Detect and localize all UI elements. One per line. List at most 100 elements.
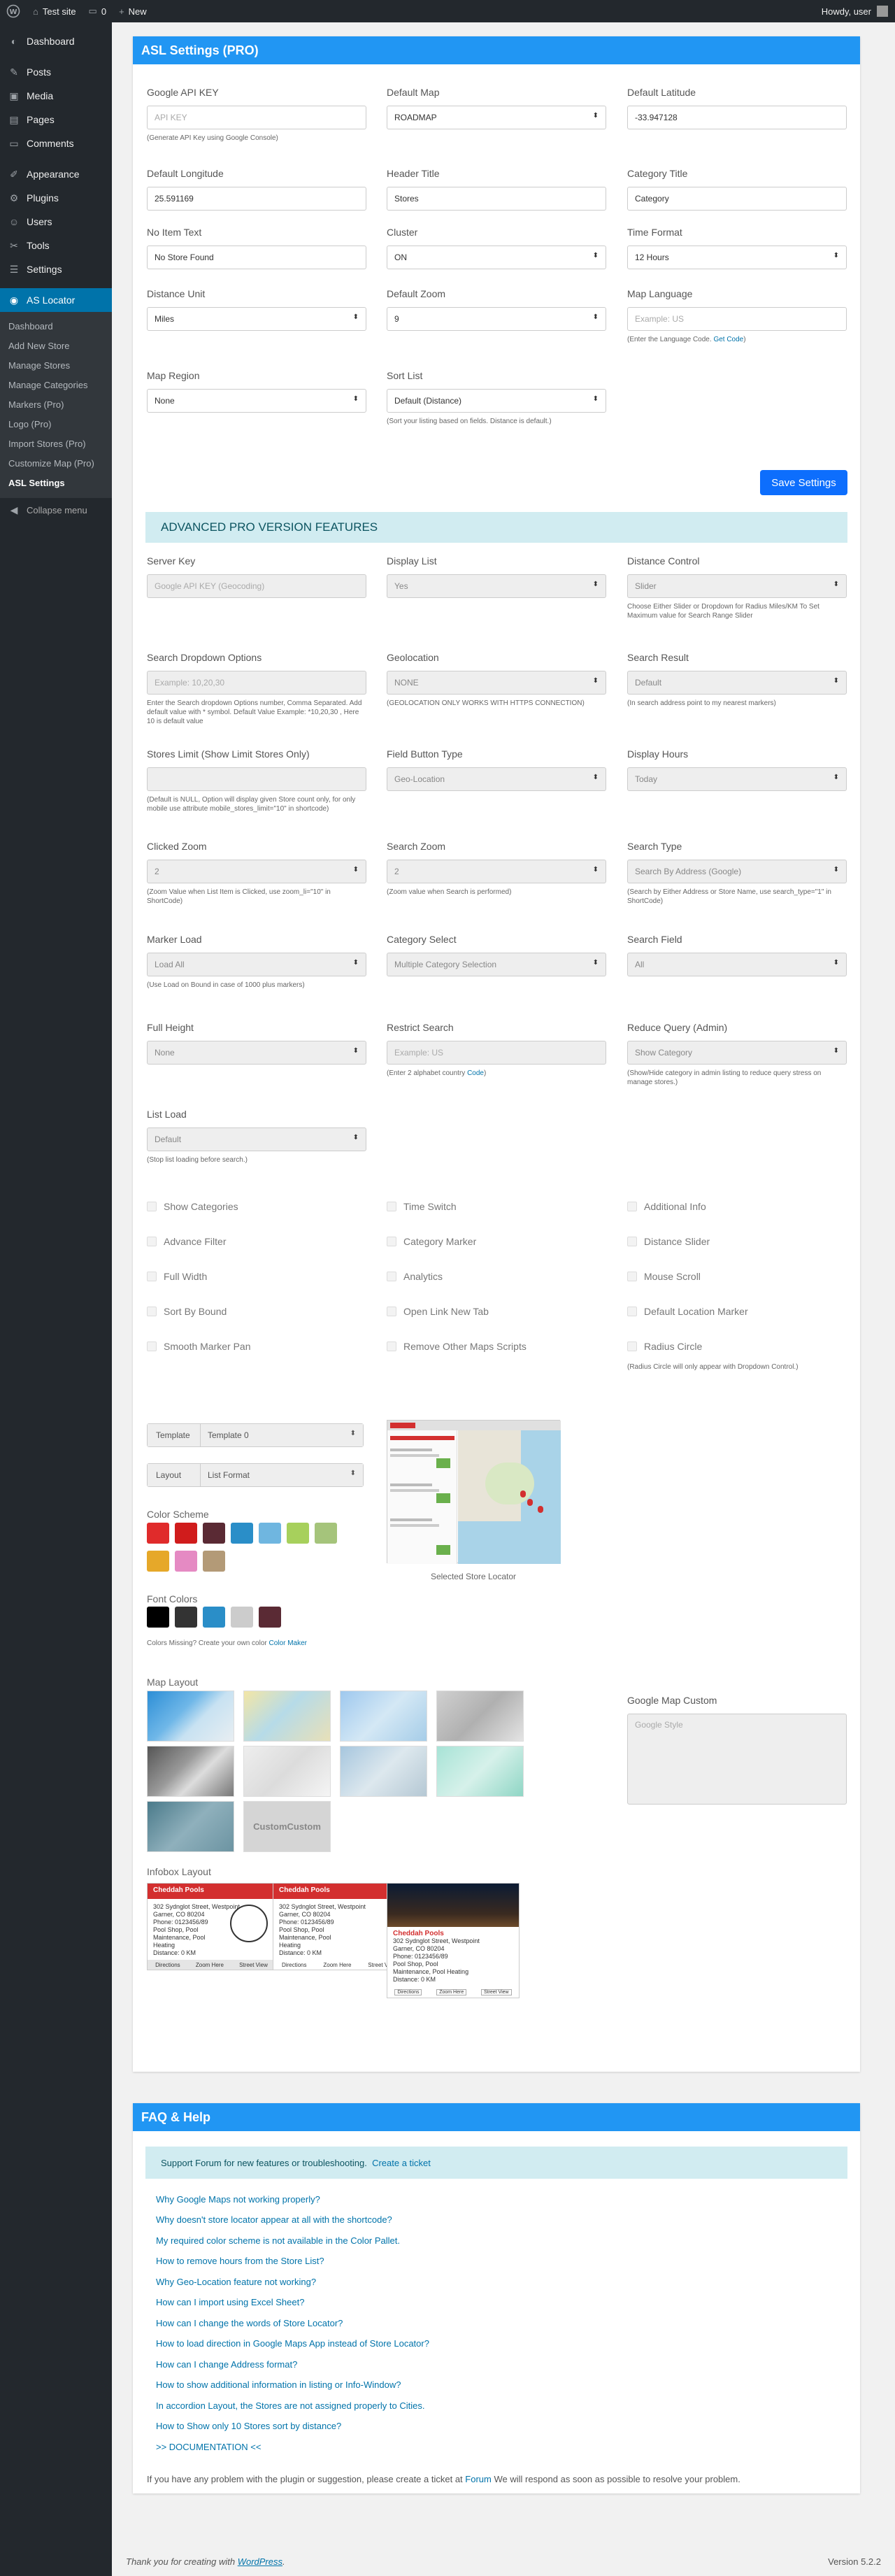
forum-link[interactable]: Forum (465, 2474, 492, 2484)
sidebar-item-comments[interactable]: ▭ Comments (0, 131, 112, 155)
restrict-search-input[interactable]: Example: US (387, 1041, 606, 1065)
save-settings-button[interactable]: Save Settings (760, 470, 847, 495)
country-code-link[interactable]: Code (467, 1069, 484, 1077)
submenu-markers[interactable]: Markers (Pro) (0, 395, 112, 415)
sidebar-item-pages[interactable]: ▤ Pages (0, 108, 112, 131)
faq-link[interactable]: How to load direction in Google Maps App… (156, 2338, 429, 2349)
smooth-marker-pan-checkbox[interactable]: Smooth Marker Pan (147, 1341, 251, 1352)
color-scheme-swatch[interactable] (287, 1523, 309, 1544)
submenu-logo[interactable]: Logo (Pro) (0, 415, 112, 434)
sidebar-item-users[interactable]: ☺ Users (0, 210, 112, 234)
default-longitude-input[interactable]: 25.591169 (147, 187, 366, 211)
map-style-thumb[interactable] (436, 1691, 524, 1742)
font-color-swatch[interactable] (259, 1607, 281, 1628)
map-style-thumb[interactable] (436, 1746, 524, 1797)
map-style-thumb[interactable] (147, 1691, 234, 1742)
default-location-marker-checkbox[interactable]: Default Location Marker (627, 1306, 748, 1317)
time-switch-checkbox[interactable]: Time Switch (387, 1201, 457, 1212)
search-result-select[interactable]: Default ⬍ (627, 671, 847, 695)
color-scheme-swatch[interactable] (147, 1523, 169, 1544)
no-item-text-input[interactable]: No Store Found (147, 245, 366, 269)
advance-filter-checkbox[interactable]: Advance Filter (147, 1236, 226, 1247)
infobox-layout-option[interactable]: Cheddah Pools 302 Sydnglot Street, Westp… (273, 1883, 406, 1970)
search-field-select[interactable]: All ⬍ (627, 953, 847, 976)
infobox-layout-option[interactable]: Cheddah Pools 302 Sydnglot Street, Westp… (147, 1883, 276, 1970)
distance-unit-select[interactable]: Miles ⬍ (147, 307, 366, 331)
sidebar-item-dashboard[interactable]: ◐ Dashboard (0, 29, 112, 53)
search-type-select[interactable]: Search By Address (Google) ⬍ (627, 860, 847, 883)
api-key-input[interactable]: API KEY (147, 106, 366, 129)
color-scheme-swatch[interactable] (147, 1551, 169, 1572)
color-scheme-swatch[interactable] (175, 1523, 197, 1544)
faq-link[interactable]: How to show additional information in li… (156, 2379, 401, 2390)
faq-link[interactable]: My required color scheme is not availabl… (156, 2235, 400, 2246)
stores-limit-input[interactable] (147, 767, 366, 791)
map-style-thumb[interactable] (243, 1691, 331, 1742)
sidebar-item-posts[interactable]: ✎ Posts (0, 60, 112, 84)
sidebar-item-tools[interactable]: ✂ Tools (0, 234, 112, 257)
field-button-type-select[interactable]: Geo-Location ⬍ (387, 767, 606, 791)
category-title-input[interactable]: Category (627, 187, 847, 211)
cluster-select[interactable]: ON ⬍ (387, 245, 606, 269)
submenu-customize-map[interactable]: Customize Map (Pro) (0, 454, 112, 474)
layout-select[interactable]: Layout List Format ⬍ (147, 1463, 364, 1487)
color-scheme-swatch[interactable] (259, 1523, 281, 1544)
map-style-thumb[interactable] (147, 1746, 234, 1797)
submenu-add-new-store[interactable]: Add New Store (0, 336, 112, 356)
default-map-select[interactable]: ROADMAP ⬍ (387, 106, 606, 129)
map-style-thumb[interactable] (340, 1746, 427, 1797)
sidebar-item-as-locator[interactable]: ◉ AS Locator (0, 288, 112, 312)
faq-link[interactable]: In accordion Layout, the Stores are not … (156, 2400, 424, 2411)
map-style-thumb[interactable] (147, 1801, 234, 1852)
distance-slider-checkbox[interactable]: Distance Slider (627, 1236, 710, 1247)
get-code-link[interactable]: Get Code (713, 336, 743, 343)
geolocation-select[interactable]: NONE ⬍ (387, 671, 606, 695)
remove-other-maps-scripts-checkbox[interactable]: Remove Other Maps Scripts (387, 1341, 527, 1352)
full-height-select[interactable]: None ⬍ (147, 1041, 366, 1065)
additional-info-checkbox[interactable]: Additional Info (627, 1201, 706, 1212)
faq-link[interactable]: How can I change Address format? (156, 2359, 297, 2370)
mouse-scroll-checkbox[interactable]: Mouse Scroll (627, 1271, 701, 1282)
wp-logo-icon[interactable]: W (0, 0, 27, 22)
map-style-thumb[interactable] (243, 1746, 331, 1797)
submenu-dashboard[interactable]: Dashboard (0, 317, 112, 336)
category-select-select[interactable]: Multiple Category Selection ⬍ (387, 953, 606, 976)
color-scheme-swatch[interactable] (175, 1551, 197, 1572)
wordpress-link[interactable]: WordPress (238, 2556, 282, 2567)
collapse-menu-button[interactable]: ◀ Collapse menu (0, 498, 112, 522)
full-width-checkbox[interactable]: Full Width (147, 1271, 207, 1282)
faq-link[interactable]: Why Geo-Location feature not working? (156, 2277, 316, 2287)
color-scheme-swatch[interactable] (203, 1551, 225, 1572)
submenu-asl-settings[interactable]: ASL Settings (0, 474, 112, 493)
sidebar-item-appearance[interactable]: ✐ Appearance (0, 162, 112, 186)
map-style-thumb[interactable] (340, 1691, 427, 1742)
font-color-swatch[interactable] (175, 1607, 197, 1628)
faq-link[interactable]: How can I change the words of Store Loca… (156, 2318, 343, 2328)
list-load-select[interactable]: Default ⬍ (147, 1127, 366, 1151)
font-color-swatch[interactable] (203, 1607, 225, 1628)
default-zoom-select[interactable]: 9 ⬍ (387, 307, 606, 331)
faq-link[interactable]: How to remove hours from the Store List? (156, 2256, 324, 2266)
open-link-new-tab-checkbox[interactable]: Open Link New Tab (387, 1306, 489, 1317)
font-color-swatch[interactable] (147, 1607, 169, 1628)
faq-link[interactable]: Why Google Maps not working properly? (156, 2194, 320, 2205)
clicked-zoom-select[interactable]: 2 ⬍ (147, 860, 366, 883)
custom-map-style-thumb[interactable]: CustomCustom (243, 1801, 331, 1852)
comments-link[interactable]: ▭ 0 (83, 0, 113, 22)
faq-link[interactable]: How can I import using Excel Sheet? (156, 2297, 304, 2307)
my-account-link[interactable]: Howdy, user (822, 6, 895, 17)
template-select[interactable]: Template Template 0 ⬍ (147, 1423, 364, 1447)
infobox-layout-option[interactable]: Cheddah Pools 302 Sydnglot Street, Westp… (387, 1883, 520, 1998)
color-scheme-swatch[interactable] (315, 1523, 337, 1544)
submenu-manage-categories[interactable]: Manage Categories (0, 376, 112, 395)
google-style-textarea[interactable]: Google Style (627, 1714, 847, 1805)
sidebar-item-plugins[interactable]: ⚙ Plugins (0, 186, 112, 210)
faq-link[interactable]: Why doesn't store locator appear at all … (156, 2214, 392, 2225)
search-zoom-select[interactable]: 2 ⬍ (387, 860, 606, 883)
distance-control-select[interactable]: Slider ⬍ (627, 574, 847, 598)
time-format-select[interactable]: 12 Hours ⬍ (627, 245, 847, 269)
radius-circle-checkbox[interactable]: Radius Circle (627, 1341, 702, 1352)
font-color-swatch[interactable] (231, 1607, 253, 1628)
analytics-checkbox[interactable]: Analytics (387, 1271, 443, 1282)
category-marker-checkbox[interactable]: Category Marker (387, 1236, 476, 1247)
